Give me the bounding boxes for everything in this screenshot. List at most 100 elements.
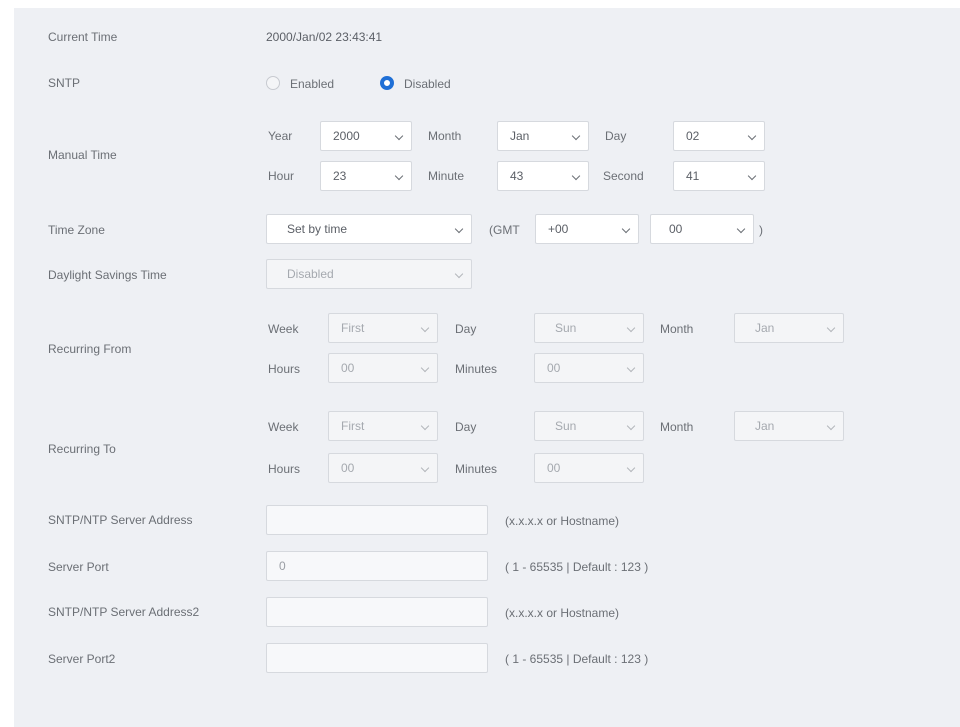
chevron-down-icon — [826, 323, 836, 333]
year-value: 2000 — [333, 129, 360, 143]
chevron-down-icon — [394, 131, 404, 141]
server-address2-label: SNTP/NTP Server Address2 — [48, 605, 200, 619]
rt-month-select[interactable]: Jan — [734, 411, 844, 441]
rf-hours-value: 00 — [341, 361, 355, 375]
server-address2-hint: (x.x.x.x or Hostname) — [505, 606, 620, 620]
server-port2-label: Server Port2 — [48, 652, 116, 666]
rf-day-label: Day — [455, 322, 477, 336]
minute-value: 43 — [510, 169, 524, 183]
rt-month-value: Jan — [755, 419, 775, 433]
manual-time-label: Manual Time — [48, 148, 117, 162]
rf-week-select[interactable]: First — [328, 313, 438, 343]
rf-week-label: Week — [268, 322, 299, 336]
rt-day-value: Sun — [555, 419, 577, 433]
rf-minutes-select[interactable]: 00 — [534, 353, 644, 383]
server-port2-input[interactable] — [266, 643, 488, 673]
minute-label: Minute — [428, 169, 465, 183]
gmt-open-label: (GMT — [489, 223, 520, 237]
dst-value: Disabled — [287, 267, 334, 281]
chevron-down-icon — [826, 421, 836, 431]
server-port-input[interactable]: 0 — [266, 551, 488, 581]
rt-minutes-select[interactable]: 00 — [534, 453, 644, 483]
chevron-down-icon — [747, 171, 757, 181]
rf-month-label: Month — [660, 322, 694, 336]
server-port-hint: ( 1 - 65535 | Default : 123 ) — [505, 560, 649, 574]
server-address-input[interactable] — [266, 505, 488, 535]
hour-label: Hour — [268, 169, 295, 183]
chevron-down-icon — [420, 323, 430, 333]
year-label: Year — [268, 129, 293, 143]
second-value: 41 — [686, 169, 700, 183]
rf-day-select[interactable]: Sun — [534, 313, 644, 343]
sntp-disabled-label[interactable]: Disabled — [404, 77, 451, 91]
rt-day-select[interactable]: Sun — [534, 411, 644, 441]
rt-minutes-label: Minutes — [455, 462, 498, 476]
rf-hours-label: Hours — [268, 362, 301, 376]
minute-select[interactable]: 43 — [497, 161, 589, 191]
rf-minutes-label: Minutes — [455, 362, 498, 376]
rf-month-value: Jan — [755, 321, 775, 335]
sntp-disabled-radio[interactable] — [380, 76, 394, 90]
rt-hours-select[interactable]: 00 — [328, 453, 438, 483]
chevron-down-icon — [420, 363, 430, 373]
gmt-hours-select[interactable]: +00 — [535, 214, 639, 244]
dst-label: Daylight Savings Time — [48, 268, 167, 282]
recurring-from-label: Recurring From — [48, 342, 132, 356]
day-select[interactable]: 02 — [673, 121, 765, 151]
gmt-minutes-select[interactable]: 00 — [650, 214, 754, 244]
time-zone-label: Time Zone — [48, 223, 105, 237]
chevron-down-icon — [571, 171, 581, 181]
chevron-down-icon — [626, 463, 636, 473]
chevron-down-icon — [454, 224, 464, 234]
hour-value: 23 — [333, 169, 347, 183]
month-select[interactable]: Jan — [497, 121, 589, 151]
chevron-down-icon — [626, 421, 636, 431]
chevron-down-icon — [420, 463, 430, 473]
rt-week-select[interactable]: First — [328, 411, 438, 441]
server-address-hint: (x.x.x.x or Hostname) — [505, 514, 620, 528]
server-port2-hint: ( 1 - 65535 | Default : 123 ) — [505, 652, 649, 666]
recurring-to-label: Recurring To — [48, 442, 116, 456]
year-select[interactable]: 2000 — [320, 121, 412, 151]
day-value: 02 — [686, 129, 700, 143]
second-label: Second — [603, 169, 644, 183]
chevron-down-icon — [571, 131, 581, 141]
sntp-enabled-label[interactable]: Enabled — [290, 77, 334, 91]
day-label: Day — [605, 129, 627, 143]
chevron-down-icon — [420, 421, 430, 431]
gmt-minutes-value: 00 — [669, 222, 683, 236]
rf-month-select[interactable]: Jan — [734, 313, 844, 343]
chevron-down-icon — [736, 224, 746, 234]
chevron-down-icon — [626, 363, 636, 373]
gmt-close-label: ) — [759, 223, 763, 237]
rt-day-label: Day — [455, 420, 477, 434]
rf-hours-select[interactable]: 00 — [328, 353, 438, 383]
current-time-value: 2000/Jan/02 23:43:41 — [266, 30, 383, 44]
sntp-enabled-radio[interactable] — [266, 76, 280, 90]
rt-hours-label: Hours — [268, 462, 301, 476]
rt-hours-value: 00 — [341, 461, 355, 475]
rt-week-value: First — [341, 419, 365, 433]
time-zone-value: Set by time — [287, 222, 348, 236]
rt-week-label: Week — [268, 420, 299, 434]
server-address2-input[interactable] — [266, 597, 488, 627]
hour-select[interactable]: 23 — [320, 161, 412, 191]
month-label: Month — [428, 129, 462, 143]
server-address-label: SNTP/NTP Server Address — [48, 513, 193, 527]
rf-day-value: Sun — [555, 321, 577, 335]
rf-week-value: First — [341, 321, 365, 335]
rt-minutes-value: 00 — [547, 461, 561, 475]
rf-minutes-value: 00 — [547, 361, 561, 375]
server-port-label: Server Port — [48, 560, 109, 574]
dst-select[interactable]: Disabled — [266, 259, 472, 289]
current-time-label: Current Time — [48, 30, 118, 44]
chevron-down-icon — [747, 131, 757, 141]
chevron-down-icon — [626, 323, 636, 333]
gmt-hours-value: +00 — [548, 222, 569, 236]
second-select[interactable]: 41 — [673, 161, 765, 191]
chevron-down-icon — [621, 224, 631, 234]
rt-month-label: Month — [660, 420, 694, 434]
chevron-down-icon — [454, 269, 464, 279]
time-zone-select[interactable]: Set by time — [266, 214, 472, 244]
chevron-down-icon — [394, 171, 404, 181]
